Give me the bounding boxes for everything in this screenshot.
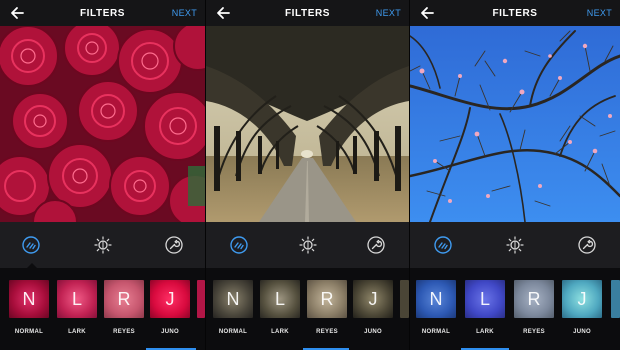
filter-label-reyes: REYES (523, 329, 545, 335)
top-bar: FILTERS NEXT (206, 0, 409, 26)
roses-photo (0, 26, 205, 222)
tree-tunnel-photo (206, 26, 409, 222)
filter-screen-1: FILTERS NEXT N L R J NORMAL LARK REYES J… (0, 0, 205, 350)
filter-label-juno: JUNO (364, 329, 382, 335)
filter-thumb-letter: J (577, 288, 587, 309)
filter-label-lark: LARK (476, 329, 494, 335)
app-screens: FILTERS NEXT N L R J NORMAL LARK REYES J… (0, 0, 620, 350)
filter-strip: N L R J NORMAL LARK REYES JUNO (206, 268, 409, 350)
filter-tool-icon[interactable] (230, 236, 248, 254)
filter-thumb-reyes[interactable]: R (104, 280, 144, 318)
filter-thumb-reyes[interactable]: R (307, 280, 347, 318)
page-title: FILTERS (284, 7, 331, 19)
blossom-branches-photo (410, 26, 620, 222)
filter-thumb-letter: R (527, 288, 541, 309)
filter-label-lark: LARK (271, 329, 289, 335)
tool-bar (410, 222, 620, 268)
photo-preview (0, 26, 205, 222)
filter-thumb-letter: L (479, 288, 490, 309)
page-title: FILTERS (492, 7, 538, 19)
tool-bar (0, 222, 205, 268)
filter-thumb-normal[interactable]: N (9, 280, 49, 318)
wrench-tool-icon[interactable] (367, 236, 385, 254)
filter-label-lark: LARK (68, 329, 86, 335)
filter-label-juno: JUNO (573, 329, 591, 335)
filter-thumb-lark[interactable]: L (57, 280, 97, 318)
filter-tool-icon[interactable] (434, 236, 452, 254)
wrench-tool-icon[interactable] (578, 236, 596, 254)
back-arrow-icon[interactable] (420, 6, 434, 20)
filter-thumb-juno[interactable]: J (562, 280, 602, 318)
next-button[interactable]: NEXT (172, 8, 197, 18)
filter-label-juno: JUNO (161, 329, 179, 335)
filter-thumb-partial[interactable] (197, 280, 205, 318)
page-title: FILTERS (79, 7, 126, 19)
filter-label-reyes: REYES (316, 329, 338, 335)
top-bar: FILTERS NEXT (410, 0, 620, 26)
filter-label-reyes: REYES (113, 329, 135, 335)
filter-thumb-letter: J (368, 288, 378, 309)
filter-tool-icon[interactable] (22, 236, 40, 254)
filter-thumb-lark[interactable]: L (465, 280, 505, 318)
filter-thumb-letter: J (165, 288, 175, 309)
filter-label-normal: NORMAL (218, 329, 248, 335)
back-arrow-icon[interactable] (216, 6, 230, 20)
filter-label-normal: NORMAL (421, 329, 451, 335)
filter-thumb-letter: N (429, 288, 443, 309)
filter-thumb-letter: N (226, 288, 240, 309)
brightness-tool-icon[interactable] (94, 236, 112, 254)
filter-thumb-lark[interactable]: L (260, 280, 300, 318)
filter-thumb-letter: L (71, 288, 82, 309)
filter-thumb-reyes[interactable]: R (514, 280, 554, 318)
photo-preview (410, 26, 620, 222)
filter-thumb-letter: N (22, 288, 36, 309)
back-arrow-icon[interactable] (10, 6, 24, 20)
filter-thumb-normal[interactable]: N (213, 280, 253, 318)
filter-thumb-juno[interactable]: J (150, 280, 190, 318)
filter-strip: N L R J NORMAL LARK REYES JUNO (0, 268, 205, 350)
top-bar: FILTERS NEXT (0, 0, 205, 26)
filter-thumb-partial[interactable] (611, 280, 620, 318)
filter-thumb-partial[interactable] (400, 280, 409, 318)
brightness-tool-icon[interactable] (506, 236, 524, 254)
next-button[interactable]: NEXT (376, 8, 401, 18)
filter-screen-2: FILTERS NEXT N L R J NORMAL LARK REYES J… (206, 0, 409, 350)
filter-label-normal: NORMAL (14, 329, 44, 335)
filter-thumb-letter: L (274, 288, 285, 309)
filter-thumb-letter: R (320, 288, 334, 309)
photo-preview (206, 26, 409, 222)
brightness-tool-icon[interactable] (299, 236, 317, 254)
next-button[interactable]: NEXT (587, 8, 612, 18)
filter-thumb-letter: R (117, 288, 131, 309)
tool-bar (206, 222, 409, 268)
wrench-tool-icon[interactable] (165, 236, 183, 254)
filter-screen-3: FILTERS NEXT N L R J NORMAL LARK REYES J… (410, 0, 620, 350)
filter-strip: N L R J NORMAL LARK REYES JUNO (410, 268, 620, 350)
filter-thumb-normal[interactable]: N (416, 280, 456, 318)
filter-thumb-juno[interactable]: J (353, 280, 393, 318)
